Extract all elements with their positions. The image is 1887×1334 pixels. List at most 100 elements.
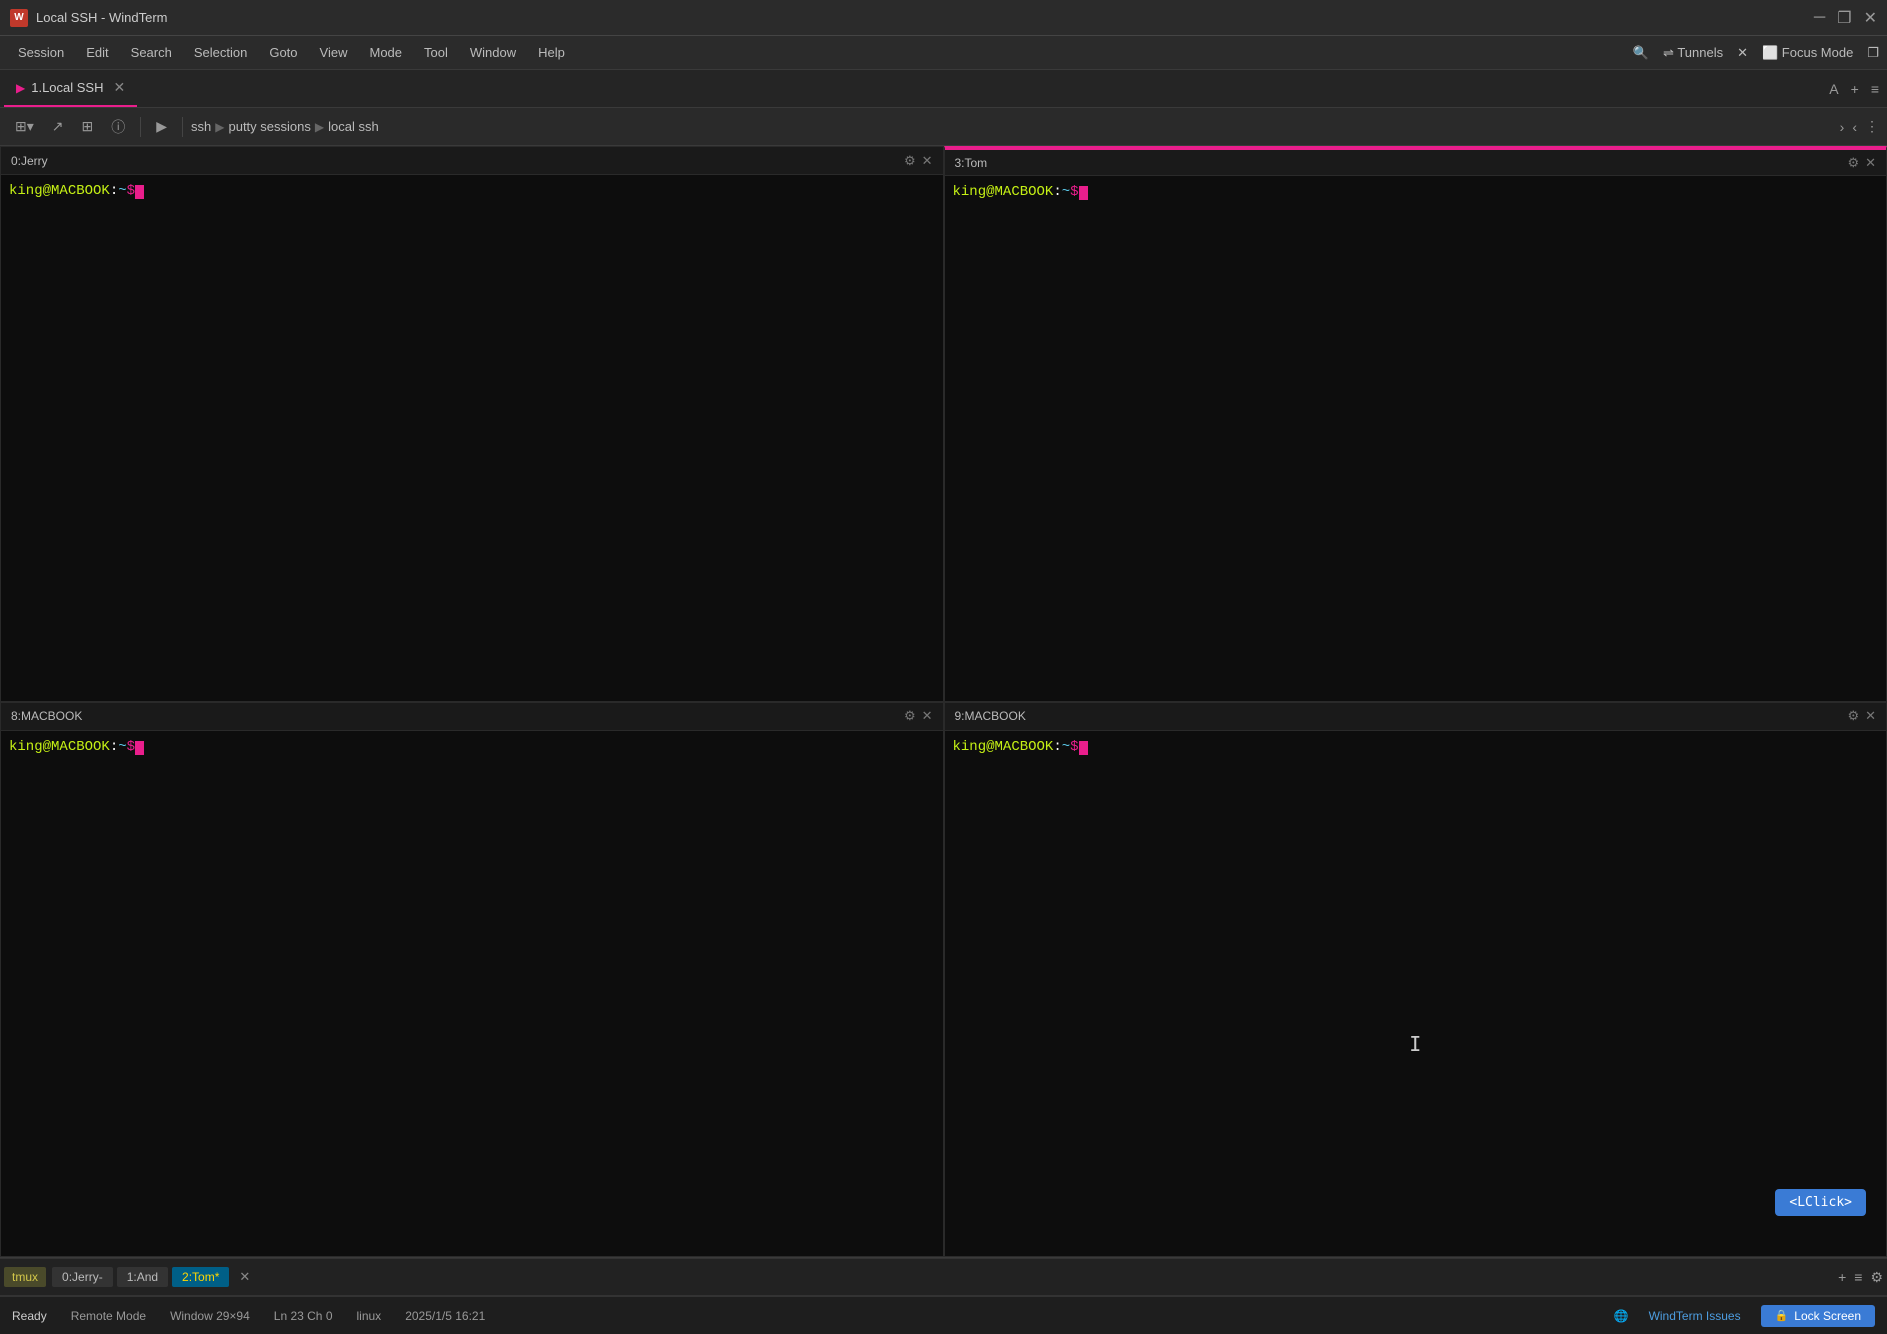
more-options-icon[interactable]: ⋮	[1865, 118, 1879, 135]
prompt-user: king	[9, 739, 43, 755]
pane-tom-controls: ⚙ ✕	[1847, 155, 1876, 171]
restore-button[interactable]: ❐	[1837, 8, 1851, 28]
pane-jerry[interactable]: 0:Jerry ⚙ ✕ king@MACBOOK:~$	[0, 146, 944, 702]
pane-layout-button[interactable]: ⊞	[75, 115, 101, 138]
menu-window[interactable]: Window	[460, 41, 526, 64]
breadcrumb-ssh[interactable]: ssh ▶	[191, 119, 224, 134]
menu-selection[interactable]: Selection	[184, 41, 257, 64]
menu-edit[interactable]: Edit	[76, 41, 118, 64]
click-indicator: <LClick>	[1775, 1189, 1866, 1216]
tab-bar-right: A + ≡	[1829, 70, 1887, 107]
menu-help[interactable]: Help	[528, 41, 575, 64]
status-datetime: 2025/1/5 16:21	[405, 1309, 485, 1323]
pane-close-icon[interactable]: ✕	[1865, 708, 1876, 724]
network-icon: 🌐	[1614, 1309, 1629, 1323]
breadcrumb-putty[interactable]: putty sessions ▶	[228, 119, 324, 134]
restore-action[interactable]: ❐	[1867, 45, 1879, 61]
menu-goto[interactable]: Goto	[259, 41, 307, 64]
search-action[interactable]: 🔍	[1633, 45, 1649, 61]
status-ready: Ready	[12, 1309, 47, 1323]
lock-screen-button[interactable]: 🔒 Lock Screen	[1761, 1305, 1875, 1327]
status-os: linux	[357, 1309, 382, 1323]
pane-close-icon[interactable]: ✕	[922, 153, 933, 169]
tmux-bar-right: + ≡ ⚙	[1838, 1269, 1883, 1286]
pane-macbook8-title: 8:MACBOOK	[11, 709, 904, 723]
menu-bar: Session Edit Search Selection Goto View …	[0, 36, 1887, 70]
tmux-menu-button[interactable]: ≡	[1854, 1269, 1862, 1285]
toolbar-separator	[140, 117, 141, 137]
tmux-tab-tom[interactable]: 2:Tom*	[172, 1267, 229, 1287]
windterm-issues-link[interactable]: WindTerm Issues	[1649, 1309, 1741, 1323]
pane-jerry-body[interactable]: king@MACBOOK:~$	[1, 175, 943, 207]
pane-jerry-title: 0:Jerry	[11, 154, 904, 168]
tmux-tab-and[interactable]: 1:And	[117, 1267, 168, 1287]
tmux-tab-close-button[interactable]: ✕	[233, 1266, 256, 1288]
app-icon: W	[10, 9, 28, 27]
pane-tom-header: 3:Tom ⚙ ✕	[945, 148, 1887, 176]
tmux-bar: tmux 0:Jerry- 1:And 2:Tom* ✕ + ≡ ⚙	[0, 1258, 1887, 1296]
window-controls: ─ ❐ ✕	[1814, 8, 1877, 28]
pane-close-icon[interactable]: ✕	[1865, 155, 1876, 171]
menu-right-actions: 🔍 ⇌ Tunnels ✕ ⬜ Focus Mode ❐	[1633, 45, 1879, 61]
pane-close-icon[interactable]: ✕	[922, 708, 933, 724]
toolbar-separator-2	[182, 117, 183, 137]
expand-left-icon[interactable]: ‹	[1852, 119, 1857, 135]
lock-icon: 🔒	[1775, 1309, 1789, 1322]
menu-tool[interactable]: Tool	[414, 41, 458, 64]
pane-tom-title: 3:Tom	[955, 156, 1848, 170]
menu-view[interactable]: View	[310, 41, 358, 64]
pane-macbook9-header: 9:MACBOOK ⚙ ✕	[945, 703, 1887, 731]
tab-label: 1.Local SSH	[31, 80, 103, 95]
toolbar: ⊞▾ ↗ ⊞ ⓘ ▶ ssh ▶ putty sessions ▶ local …	[0, 108, 1887, 146]
info-button[interactable]: ⓘ	[104, 114, 132, 140]
breadcrumb-label: putty sessions	[228, 119, 310, 134]
pane-settings-icon[interactable]: ⚙	[904, 153, 916, 169]
tab-local-ssh[interactable]: ▶ 1.Local SSH ✕	[4, 70, 137, 107]
pane-tom[interactable]: 3:Tom ⚙ ✕ king@MACBOOK:~$	[944, 146, 1887, 702]
pane-macbook8-header: 8:MACBOOK ⚙ ✕	[1, 703, 943, 731]
breadcrumb-arrow-1: ▶	[215, 120, 224, 134]
pane-split-button[interactable]: ⊞▾	[8, 115, 41, 138]
tab-menu-button[interactable]: ≡	[1871, 81, 1879, 97]
menu-search[interactable]: Search	[121, 41, 182, 64]
pane-macbook8-body[interactable]: king@MACBOOK:~$	[1, 731, 943, 763]
prompt-user: king	[953, 739, 987, 755]
menu-mode[interactable]: Mode	[359, 41, 412, 64]
tunnels-action[interactable]: ⇌ Tunnels	[1663, 45, 1723, 61]
run-button[interactable]: ▶	[149, 115, 174, 138]
close-button[interactable]: ✕	[1864, 8, 1877, 28]
pane-settings-icon[interactable]: ⚙	[904, 708, 916, 724]
pane-tom-body[interactable]: king@MACBOOK:~$	[945, 176, 1887, 208]
close-panel-action[interactable]: ✕	[1737, 45, 1748, 61]
new-tab-button[interactable]: +	[1851, 81, 1859, 97]
breadcrumb-local-ssh[interactable]: local ssh	[328, 119, 379, 134]
tmux-settings-icon[interactable]: ⚙	[1870, 1269, 1883, 1286]
breadcrumb-arrow-2: ▶	[315, 120, 324, 134]
minimize-button[interactable]: ─	[1814, 9, 1825, 27]
expand-right-icon[interactable]: ›	[1840, 119, 1845, 135]
menu-session[interactable]: Session	[8, 41, 74, 64]
focus-mode-action[interactable]: ⬜ Focus Mode	[1762, 45, 1853, 61]
new-window-button[interactable]: ↗	[45, 115, 71, 138]
pane-macbook9-body[interactable]: king@MACBOOK:~$	[945, 731, 1887, 763]
tab-bar: ▶ 1.Local SSH ✕ A + ≡	[0, 70, 1887, 108]
tmux-add-button[interactable]: +	[1838, 1269, 1846, 1285]
cursor-macbook8	[135, 741, 144, 755]
tmux-icon: tmux	[4, 1267, 46, 1287]
pane-settings-icon[interactable]: ⚙	[1847, 155, 1859, 171]
pane-macbook-8[interactable]: 8:MACBOOK ⚙ ✕ king@MACBOOK:~$	[0, 702, 944, 1258]
pane-macbook9-title: 9:MACBOOK	[955, 709, 1848, 723]
status-right: 🌐 WindTerm Issues 🔒 Lock Screen	[1614, 1305, 1875, 1327]
tmux-tab-jerry[interactable]: 0:Jerry-	[52, 1267, 113, 1287]
pane-macbook-9[interactable]: 9:MACBOOK ⚙ ✕ king@MACBOOK:~$ I <LClick>	[944, 702, 1887, 1258]
prompt-user: king	[9, 183, 43, 199]
pane-jerry-controls: ⚙ ✕	[904, 153, 933, 169]
status-window-size: Window 29×94	[170, 1309, 250, 1323]
text-cursor-indicator: I	[1409, 1032, 1421, 1056]
prompt-user: king	[953, 184, 987, 200]
pane-jerry-header: 0:Jerry ⚙ ✕	[1, 147, 943, 175]
status-bar: Ready Remote Mode Window 29×94 Ln 23 Ch …	[0, 1296, 1887, 1334]
title-bar: W Local SSH - WindTerm ─ ❐ ✕	[0, 0, 1887, 36]
pane-settings-icon[interactable]: ⚙	[1847, 708, 1859, 724]
tab-close-button[interactable]: ✕	[114, 79, 126, 96]
